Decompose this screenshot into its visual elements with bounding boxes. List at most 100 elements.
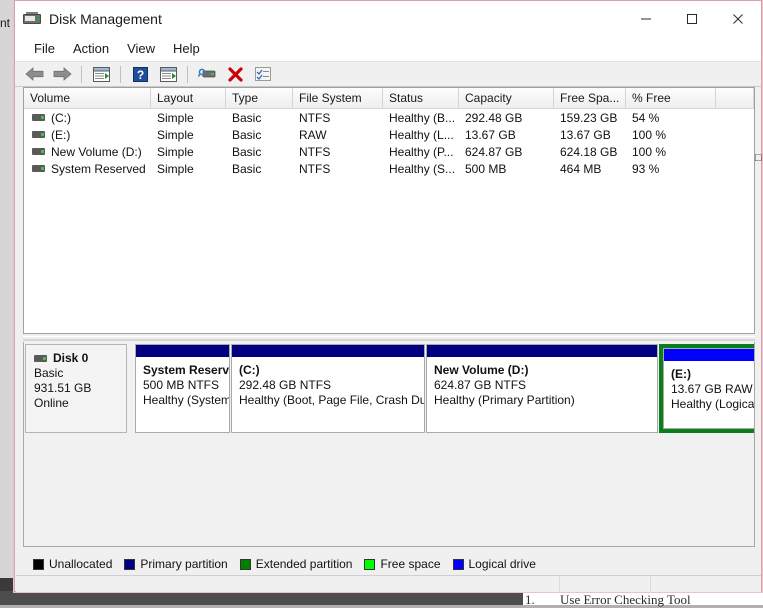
cell-file-system: RAW (293, 128, 383, 142)
toolbar-separator (81, 66, 82, 83)
column-header-file-system[interactable]: File System (293, 88, 383, 108)
partition-status: Healthy (System (143, 393, 229, 407)
cell-capacity: 292.48 GB (459, 111, 554, 125)
toolbar-separator (187, 66, 188, 83)
volume-list-header: VolumeLayoutTypeFile SystemStatusCapacit… (24, 88, 754, 109)
column-header-type[interactable]: Type (226, 88, 293, 108)
cell-capacity: 500 MB (459, 162, 554, 176)
rescan-disks-icon[interactable] (194, 63, 220, 85)
volume-icon (32, 131, 45, 138)
partition-size-fs: 500 MB NTFS (143, 378, 229, 392)
column-header-capacity[interactable]: Capacity (459, 88, 554, 108)
delete-icon[interactable] (222, 63, 248, 85)
cell-status: Healthy (P... (383, 145, 459, 159)
table-row[interactable]: (C:)SimpleBasicNTFSHealthy (B...292.48 G… (24, 109, 754, 126)
cell-percent-free: 100 % (626, 128, 716, 142)
column-header-free-spa[interactable]: Free Spa... (554, 88, 626, 108)
menu-item-action[interactable]: Action (64, 39, 118, 58)
background-doc-number: 1. (525, 592, 535, 608)
partition-name: New Volume (D:) (434, 363, 657, 377)
cell-volume: (E:) (24, 128, 151, 142)
volume-icon (32, 165, 45, 172)
legend-item: Extended partition (240, 557, 353, 571)
window-title: Disk Management (49, 11, 162, 27)
volume-label: (C:) (51, 111, 71, 125)
table-row[interactable]: New Volume (D:)SimpleBasicNTFSHealthy (P… (24, 143, 754, 160)
partition-text: (C:)292.48 GB NTFSHealthy (Boot, Page Fi… (232, 357, 424, 407)
cell-status: Healthy (S... (383, 162, 459, 176)
column-header-volume[interactable]: Volume (24, 88, 151, 108)
partition-text: (E:)13.67 GB RAWHealthy (Logical Drive) (664, 361, 755, 411)
legend-label: Primary partition (140, 557, 227, 571)
disk-size: 931.51 GB (34, 381, 126, 395)
background-window-text: nt (0, 16, 10, 30)
partition-inner: (E:)13.67 GB RAWHealthy (Logical Drive) (663, 348, 755, 429)
partition-name: (E:) (671, 367, 755, 381)
column-header-status[interactable]: Status (383, 88, 459, 108)
volume-icon (32, 148, 45, 155)
legend-swatch (124, 559, 135, 570)
partition-text: System Reserved500 MB NTFSHealthy (Syste… (136, 357, 229, 407)
toolbar: ? (15, 61, 761, 87)
legend-label: Extended partition (256, 557, 353, 571)
show-hide-action-pane-icon[interactable] (155, 63, 181, 85)
close-icon[interactable] (715, 1, 761, 37)
partition-text: New Volume (D:)624.87 GB NTFSHealthy (Pr… (427, 357, 657, 407)
menu-item-view[interactable]: View (118, 39, 164, 58)
cell-free-space: 159.23 GB (554, 111, 626, 125)
cell-layout: Simple (151, 145, 226, 159)
partition-block[interactable]: New Volume (D:)624.87 GB NTFSHealthy (Pr… (426, 344, 658, 433)
legend-item: Unallocated (33, 557, 112, 571)
back-arrow-icon[interactable] (21, 63, 47, 85)
cell-percent-free: 93 % (626, 162, 716, 176)
volume-label: New Volume (D:) (51, 145, 142, 159)
cell-capacity: 13.67 GB (459, 128, 554, 142)
table-row[interactable]: (E:)SimpleBasicRAWHealthy (L...13.67 GB1… (24, 126, 754, 143)
background-dark-bar (0, 591, 523, 605)
cell-capacity: 624.87 GB (459, 145, 554, 159)
window-bottom-filler (16, 575, 761, 592)
partition-block[interactable]: System Reserved500 MB NTFSHealthy (Syste… (135, 344, 230, 433)
column-header--free[interactable]: % Free (626, 88, 716, 108)
minimize-icon[interactable] (623, 1, 669, 37)
properties-icon[interactable] (250, 63, 276, 85)
partition-size-fs: 292.48 GB NTFS (239, 378, 424, 392)
disk-graphic-pane[interactable]: Disk 0 Basic 931.51 GB Online System Res… (23, 342, 755, 547)
volume-icon (32, 114, 45, 121)
partition-status: Healthy (Boot, Page File, Crash Du (239, 393, 424, 407)
legend-label: Logical drive (469, 557, 536, 571)
menu-item-file[interactable]: File (25, 39, 64, 58)
disk-info-panel[interactable]: Disk 0 Basic 931.51 GB Online (25, 344, 127, 433)
column-header-blank[interactable] (716, 88, 754, 108)
cell-layout: Simple (151, 128, 226, 142)
partition-block[interactable]: (C:)292.48 GB NTFSHealthy (Boot, Page Fi… (231, 344, 425, 433)
menu-item-help[interactable]: Help (164, 39, 209, 58)
cell-volume: New Volume (D:) (24, 145, 151, 159)
maximize-icon[interactable] (669, 1, 715, 37)
cell-layout: Simple (151, 111, 226, 125)
cell-type: Basic (226, 162, 293, 176)
partition-size-fs: 13.67 GB RAW (671, 382, 755, 396)
splitter-grip (23, 339, 755, 341)
disk-management-window: Disk Management File Action View Help (14, 0, 762, 592)
partition-name: System Reserved (143, 363, 229, 377)
partition-status: Healthy (Primary Partition) (434, 393, 657, 407)
cell-file-system: NTFS (293, 145, 383, 159)
show-hide-console-tree-icon[interactable] (88, 63, 114, 85)
title-bar[interactable]: Disk Management (15, 1, 761, 37)
menu-bar: File Action View Help (15, 37, 761, 61)
cell-status: Healthy (B... (383, 111, 459, 125)
volume-list-pane[interactable]: VolumeLayoutTypeFile SystemStatusCapacit… (23, 87, 755, 334)
cell-free-space: 464 MB (554, 162, 626, 176)
column-header-layout[interactable]: Layout (151, 88, 226, 108)
disk-icon (34, 355, 47, 362)
disk-row: Disk 0 Basic 931.51 GB Online System Res… (25, 344, 755, 433)
partition-block[interactable]: (E:)13.67 GB RAWHealthy (Logical Drive) (659, 344, 755, 433)
partition-strip: System Reserved500 MB NTFSHealthy (Syste… (127, 344, 755, 433)
legend-swatch (33, 559, 44, 570)
cell-type: Basic (226, 128, 293, 142)
help-icon[interactable]: ? (127, 63, 153, 85)
cell-percent-free: 100 % (626, 145, 716, 159)
forward-arrow-icon[interactable] (49, 63, 75, 85)
table-row[interactable]: System ReservedSimpleBasicNTFSHealthy (S… (24, 160, 754, 177)
